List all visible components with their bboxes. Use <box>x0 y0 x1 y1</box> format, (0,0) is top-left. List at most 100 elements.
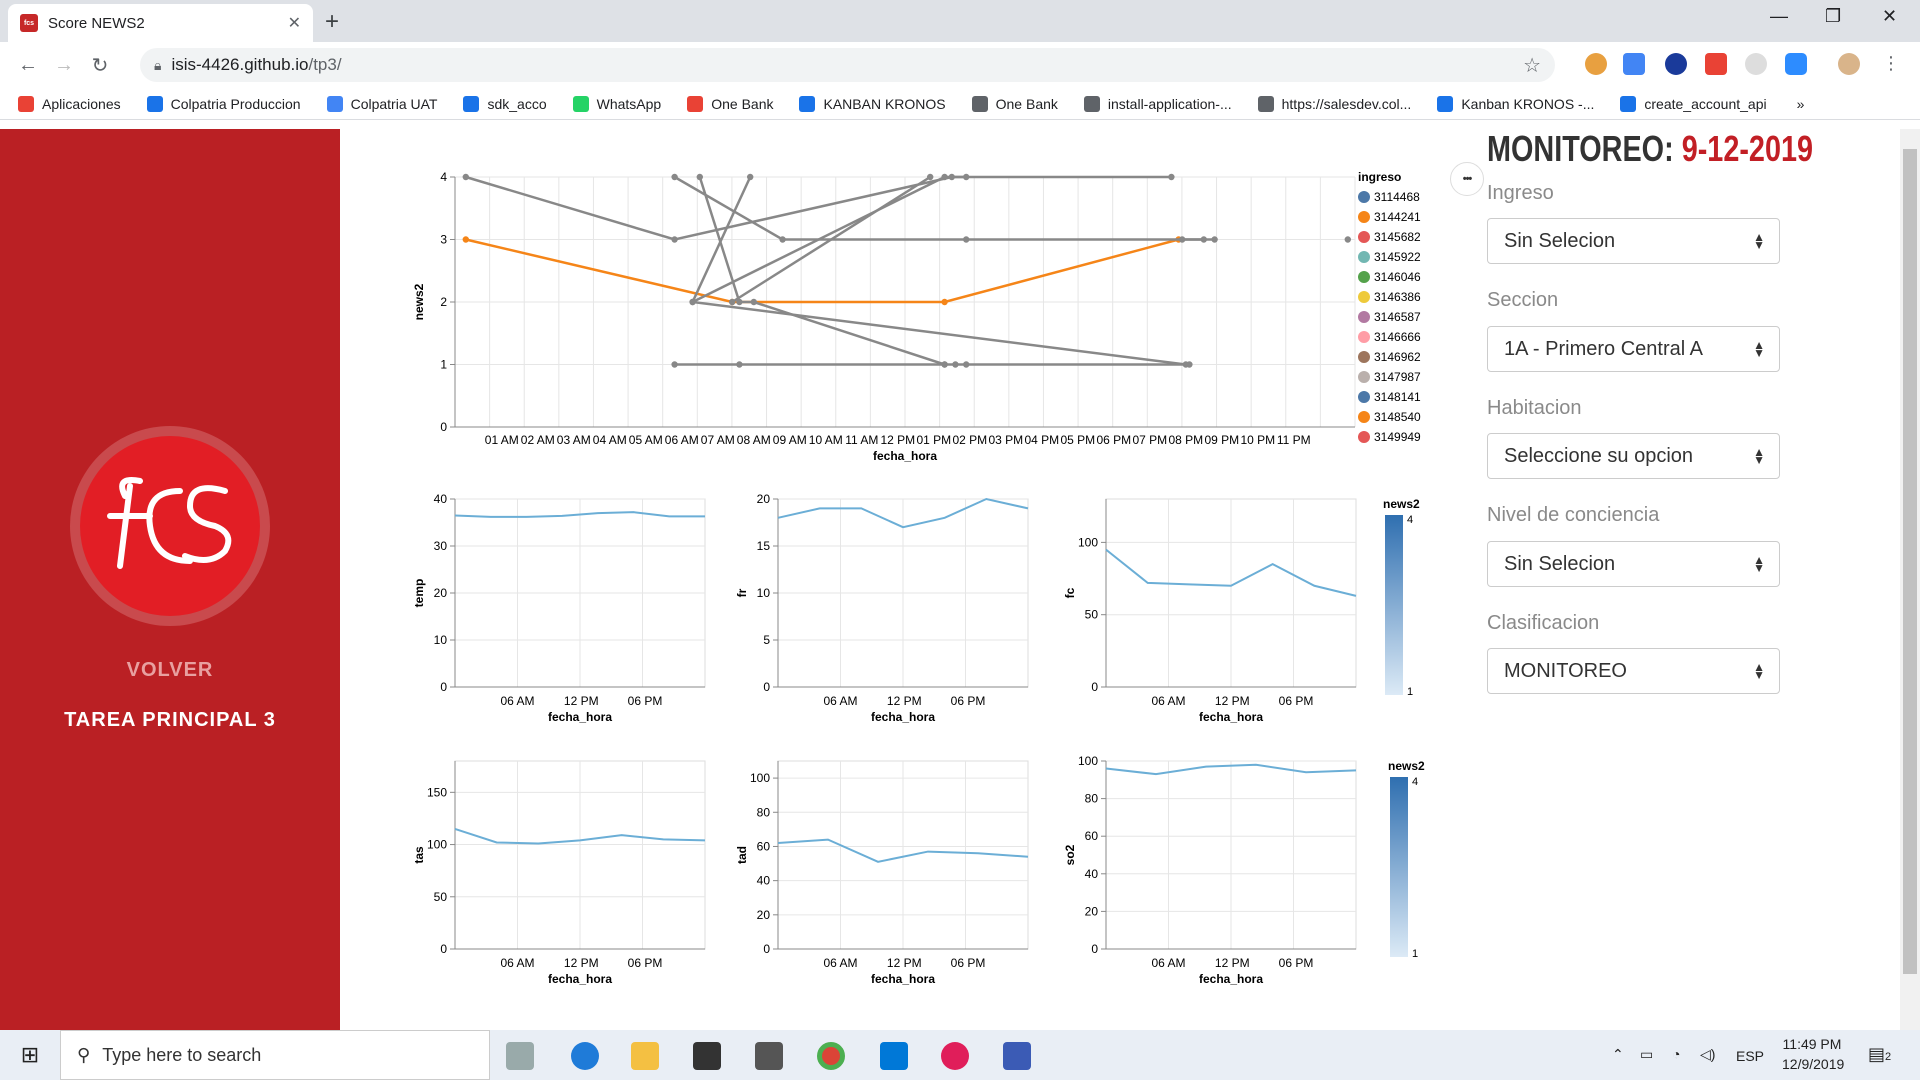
bookmark-star-icon[interactable]: ☆ <box>1523 53 1541 78</box>
bookmark-whatsapp[interactable]: WhatsApp <box>572 95 661 112</box>
bookmark-create-account-api[interactable]: create_account_api <box>1620 95 1767 112</box>
data-point <box>671 236 678 243</box>
legend-label: 3149949 <box>1374 430 1421 444</box>
volume-icon[interactable]: ◁) <box>1700 1046 1715 1063</box>
back-icon[interactable]: ← <box>10 54 46 77</box>
x-tick-label: 10 PM <box>1240 433 1275 447</box>
tray-chevron-icon[interactable]: ⌃ <box>1612 1046 1624 1063</box>
ingreso-select[interactable]: Sin Selecion ▲ ▼ <box>1487 218 1780 264</box>
data-point <box>462 173 469 181</box>
page-scrollbar[interactable] <box>1900 129 1920 1030</box>
browser-tab[interactable]: fcs Score NEWS2 ✕ <box>8 4 313 42</box>
x-axis-title: fecha_hora <box>871 972 935 986</box>
slack-icon[interactable] <box>941 1042 969 1070</box>
chrome-icon[interactable] <box>817 1042 845 1070</box>
profile-avatar[interactable] <box>1838 53 1860 75</box>
x-tick-label: 06 AM <box>1151 694 1185 708</box>
minimize-icon[interactable]: — <box>1770 6 1788 27</box>
windows-start-icon[interactable]: ⊞ <box>0 1042 60 1068</box>
tarea-principal-link[interactable]: TAREA PRINCIPAL 3 <box>0 709 340 732</box>
more-bookmarks-icon[interactable]: » <box>1797 96 1805 112</box>
bookmark-colpatria-uat[interactable]: Colpatria UAT <box>326 95 437 112</box>
data-point <box>927 173 934 181</box>
translate-extension-icon[interactable] <box>1623 53 1645 75</box>
clasificacion-select[interactable]: MONITOREO ▲ ▼ <box>1487 648 1780 694</box>
fcs-logo-icon <box>80 436 260 616</box>
legend-swatch <box>1358 351 1370 363</box>
legend-label: 3146587 <box>1374 310 1421 324</box>
notifications-icon[interactable]: ▤2 <box>1868 1044 1891 1065</box>
x-tick-label: 08 PM <box>1168 433 1203 447</box>
tab-close-icon[interactable]: ✕ <box>288 13 301 33</box>
clock[interactable]: 11:49 PM 12/9/2019 <box>1782 1036 1845 1072</box>
zoom-extension-icon[interactable] <box>1785 53 1807 75</box>
scrollbar-thumb[interactable] <box>1903 149 1917 974</box>
extension-icon[interactable] <box>1745 53 1767 75</box>
forward-icon[interactable]: → <box>46 54 82 77</box>
bookmark-one-bank-2[interactable]: One Bank <box>971 95 1058 112</box>
seccion-select[interactable]: 1A - Primero Central A ▲ ▼ <box>1487 326 1780 372</box>
bookmark-salesdev[interactable]: https://salesdev.col... <box>1257 95 1412 112</box>
y-tick-label: 0 <box>440 680 447 694</box>
extension-icon[interactable] <box>1705 53 1727 75</box>
store-icon[interactable] <box>693 1042 721 1070</box>
x-axis-title: fecha_hora <box>871 710 935 724</box>
y-tick-label: 30 <box>434 539 448 553</box>
battery-icon[interactable]: ▭ <box>1640 1046 1653 1063</box>
taskbar-search-input[interactable]: ⚲ Type here to search <box>60 1030 490 1080</box>
url-host: isis-4426.github.io <box>171 55 309 74</box>
data-point <box>941 361 948 368</box>
extension-icon[interactable] <box>1585 53 1607 75</box>
bookmark-kanban-kronos[interactable]: KANBAN KRONOS <box>799 95 946 112</box>
x-tick-label: 06 PM <box>628 694 663 708</box>
y-tick-label: 60 <box>757 839 771 853</box>
wifi-icon[interactable]: ◔ <box>1672 1046 1680 1062</box>
menu-dots-icon[interactable]: ⋮ <box>1880 53 1902 75</box>
task-view-icon[interactable] <box>506 1042 534 1070</box>
select-value: Sin Selecion <box>1504 229 1616 252</box>
y-tick-label: 0 <box>1091 942 1098 956</box>
habitacion-select[interactable]: Seleccione su opcion ▲ ▼ <box>1487 433 1780 479</box>
bookmark-colpatria-produccion[interactable]: Colpatria Produccion <box>146 95 301 112</box>
x-tick-label: 06 PM <box>951 694 986 708</box>
y-axis-title: tas <box>412 846 426 864</box>
y-tick-label: 15 <box>757 539 771 553</box>
close-window-icon[interactable]: ✕ <box>1882 6 1897 27</box>
nivel-conciencia-select[interactable]: Sin Selecion ▲ ▼ <box>1487 541 1780 587</box>
x-tick-label: 06 PM <box>1279 694 1314 708</box>
maximize-icon[interactable]: ❐ <box>1825 6 1841 27</box>
file-explorer-icon[interactable] <box>631 1042 659 1070</box>
x-tick-label: 11 AM <box>845 433 878 447</box>
y-axis-title: so2 <box>1063 844 1077 865</box>
bookmark-aplicaciones[interactable]: Aplicaciones <box>18 95 121 112</box>
volver-link[interactable]: VOLVER <box>0 659 340 682</box>
bookmark-install-application[interactable]: install-application-... <box>1083 95 1232 112</box>
language-indicator[interactable]: ESP <box>1736 1048 1764 1064</box>
y-tick-label: 4 <box>440 170 447 184</box>
dev-tool-icon[interactable] <box>1003 1042 1031 1070</box>
y-axis-title: fc <box>1063 587 1077 598</box>
edge-icon[interactable] <box>571 1042 599 1070</box>
bookmark-label: One Bank <box>995 95 1058 112</box>
bookmark-kanban-kronos-2[interactable]: Kanban KRONOS -... <box>1437 95 1594 112</box>
y-tick-label: 3 <box>440 233 447 247</box>
globe-icon <box>971 95 988 112</box>
x-tick-label: 01 AM <box>485 433 519 447</box>
vscode-icon[interactable] <box>880 1042 908 1070</box>
extension-icon[interactable] <box>1665 53 1687 75</box>
mail-icon[interactable] <box>755 1042 783 1070</box>
reload-icon[interactable]: ↻ <box>82 53 118 78</box>
select-value: Sin Selecion <box>1504 552 1616 575</box>
url-input[interactable]: 🔒︎ isis-4426.github.io/tp3/ ☆ <box>140 48 1555 82</box>
address-bar-row: ← → ↻ 🔒︎ isis-4426.github.io/tp3/ ☆ ⋮ <box>0 42 1920 88</box>
bookmarks-bar: Aplicaciones Colpatria Produccion Colpat… <box>0 88 1920 120</box>
chart-actions-button[interactable]: ••• <box>1450 162 1484 196</box>
bookmark-label: https://salesdev.col... <box>1281 95 1412 112</box>
new-tab-icon[interactable]: + <box>325 8 339 36</box>
gradient-legend-title: news2 <box>1383 497 1420 511</box>
bookmark-one-bank[interactable]: One Bank <box>687 95 773 112</box>
bookmark-sdk-acco[interactable]: sdk_acco <box>463 95 547 112</box>
legend-label: 3146386 <box>1374 290 1421 304</box>
shield-icon <box>463 95 480 112</box>
clock-date: 12/9/2019 <box>1782 1056 1845 1072</box>
